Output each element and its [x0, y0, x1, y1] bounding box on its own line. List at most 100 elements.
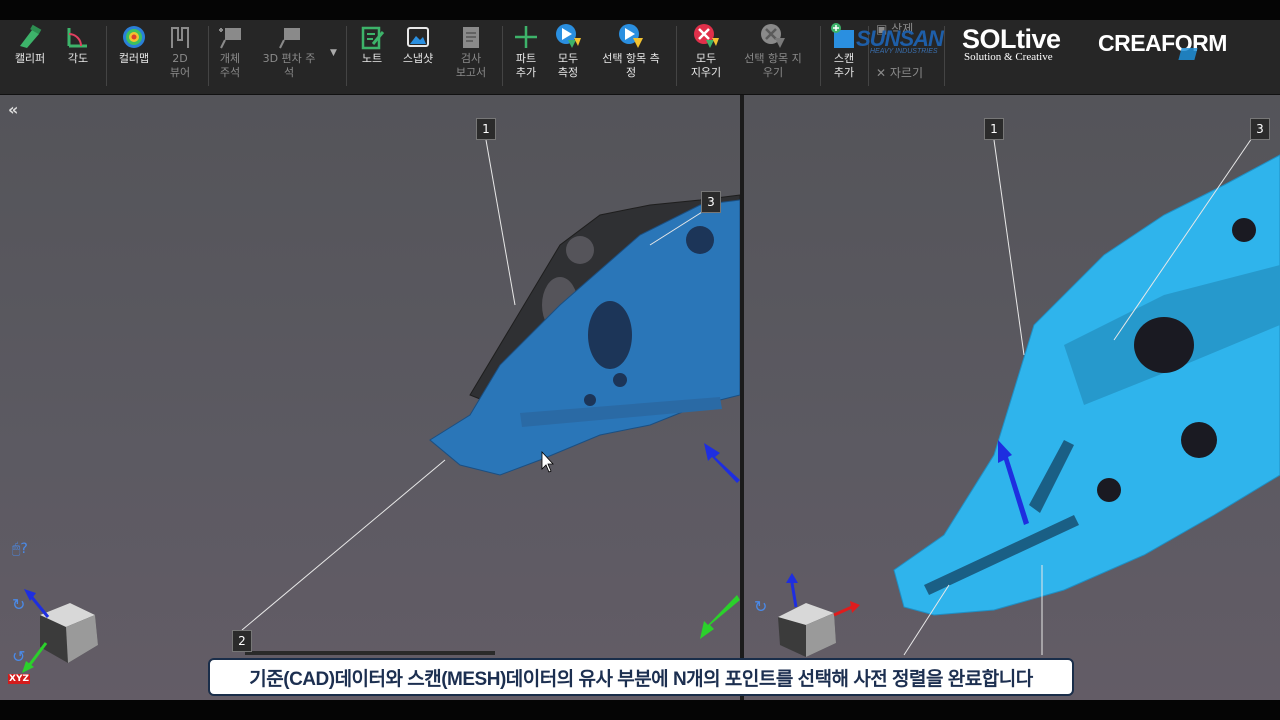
angle-icon: [67, 28, 87, 48]
caliper-icon: [20, 24, 42, 48]
clear-selected-label-1: 선택 항목 지: [744, 52, 802, 65]
top-black-bar: [0, 0, 1280, 20]
left-3d-viewport[interactable]: ↻ ↺ 🖱? 1 2 3: [0, 95, 740, 700]
creaform-logo: CREAFORM: [1098, 30, 1227, 56]
axis-arrow-green: [700, 595, 740, 639]
deviation-3d-annotation-button[interactable]: 3D 편차 주 석: [256, 20, 322, 94]
dropdown-arrow-icon[interactable]: ▼: [330, 48, 337, 58]
viewer-2d-icon: [171, 27, 189, 48]
toolbar-separator: [208, 26, 209, 86]
inspection-report-button[interactable]: 검사 보고서: [448, 20, 494, 94]
colormap-button[interactable]: 컬러맵: [112, 20, 156, 94]
object-annotation-icon: [219, 28, 241, 49]
leader-line-2: [241, 459, 446, 631]
add-part-label-1: 파트: [515, 52, 537, 65]
clear-all-label-1: 모두: [695, 52, 717, 65]
scan-hole: [613, 373, 627, 387]
rotate-ccw-icon[interactable]: ↻: [754, 597, 767, 616]
add-scan-label-1: 스캔: [833, 52, 855, 65]
axis-gizmo-green: [26, 642, 48, 668]
ribbon-toolbar: 캘리퍼 각도 컬러맵 2D 뷰어 개체 주석 3D 편차 주 석 ▼ 노트 스냅…: [0, 20, 1280, 95]
left-model-render: ↻ ↺ 🖱?: [12, 139, 740, 673]
toolbar-separator: [820, 26, 821, 86]
mouse-help-icon[interactable]: 🖱?: [12, 541, 28, 557]
colormap-label: 컬러맵: [118, 52, 150, 65]
clear-all-icon: [694, 24, 719, 48]
aligned-large-hole: [1134, 317, 1194, 373]
angle-button[interactable]: 각도: [58, 20, 98, 94]
cad-hole: [566, 236, 594, 264]
scan-hole: [686, 226, 714, 254]
leader-line-1: [485, 139, 516, 306]
clear-all-label-2: 지우기: [690, 66, 722, 79]
scan-hole: [584, 394, 596, 406]
caliper-label: 캘리퍼: [14, 52, 46, 65]
clear-selected-button[interactable]: 선택 항목 지 우기: [736, 20, 810, 94]
add-scan-label-2: 추가: [833, 66, 855, 79]
point-marker-1[interactable]: 1: [984, 118, 1004, 140]
point-marker-3[interactable]: 3: [1250, 118, 1270, 140]
viewer-2d-button[interactable]: 2D 뷰어: [160, 20, 200, 94]
deviation-3d-label-2: 석: [283, 66, 295, 79]
point-marker-2[interactable]: 2: [232, 630, 252, 652]
rotate-cw-icon[interactable]: ↺: [12, 647, 25, 666]
point-marker-3[interactable]: 3: [701, 191, 721, 213]
snapshot-button[interactable]: 스냅샷: [396, 20, 440, 94]
leader-line-1: [993, 139, 1025, 356]
measure-all-button[interactable]: 모두 측정: [548, 20, 588, 94]
note-label: 노트: [361, 52, 383, 65]
soltive-logo-subtext: Solution & Creative: [964, 51, 1053, 63]
report-label-2: 보고서: [455, 66, 487, 79]
toolbar-separator: [346, 26, 347, 86]
clear-all-button[interactable]: 모두 지우기: [684, 20, 728, 94]
object-annotation-button[interactable]: 개체 주석: [212, 20, 248, 94]
aligned-hole: [1232, 218, 1256, 242]
point-marker-1[interactable]: 1: [476, 118, 496, 140]
right-3d-viewport[interactable]: ↻ 1 3: [744, 95, 1280, 700]
toolbar-separator: [106, 26, 107, 86]
axis-gizmo-red-head: [850, 601, 860, 613]
navigation-cube[interactable]: [40, 603, 98, 663]
deviation-3d-annotation-icon: [279, 28, 300, 49]
axis-gizmo-blue: [28, 594, 50, 618]
object-annotation-label-2: 주석: [219, 66, 241, 79]
sunsan-logo: SUNSAN HEAVY INDUSTRIES: [856, 26, 948, 66]
cut-label: 자르기: [889, 66, 924, 80]
scissors-icon: ✕: [876, 66, 887, 80]
deviation-3d-label-1: 3D 편차 주: [262, 52, 316, 65]
object-annotation-label-1: 개체: [219, 52, 241, 65]
bottom-black-bar: [0, 700, 1280, 720]
toolbar-separator: [502, 26, 503, 86]
axis-gizmo-blue: [790, 582, 798, 608]
collapse-panel-icon[interactable]: «: [8, 100, 18, 119]
colormap-icon: [123, 26, 145, 48]
add-part-button[interactable]: 파트 추가: [508, 20, 544, 94]
note-button[interactable]: 노트: [352, 20, 392, 94]
add-part-label-2: 추가: [515, 66, 537, 79]
measure-all-label-1: 모두: [557, 52, 579, 65]
measure-selected-button[interactable]: 선택 항목 측 정: [594, 20, 668, 94]
scan-hole: [588, 301, 632, 369]
toolbar-separator: [676, 26, 677, 86]
measure-selected-label-1: 선택 항목 측: [602, 52, 660, 65]
measure-all-label-2: 측정: [557, 66, 579, 79]
clear-selected-icon: [761, 24, 785, 48]
report-label-1: 검사: [460, 52, 482, 65]
creaform-logo-mark: [1178, 48, 1198, 60]
snapshot-icon: [407, 27, 429, 47]
navigation-cube[interactable]: [778, 603, 836, 657]
viewer-2d-label-2: 뷰어: [169, 66, 191, 79]
measure-selected-label-2: 정: [625, 66, 637, 79]
xyz-axis-label: XYZ: [8, 674, 30, 684]
report-icon: [463, 27, 479, 48]
clear-selected-label-2: 우기: [762, 66, 784, 79]
snapshot-label: 스냅샷: [402, 52, 434, 65]
add-part-icon: [515, 26, 537, 48]
subtitle-caption: 기준(CAD)데이터와 스캔(MESH)데이터의 유사 부분에 N개의 포인트를…: [208, 658, 1074, 696]
caliper-button[interactable]: 캘리퍼: [10, 20, 50, 94]
aligned-hole: [1097, 478, 1121, 502]
add-scan-icon: [831, 23, 854, 48]
axis-gizmo-red: [833, 605, 853, 617]
rotate-ccw-icon[interactable]: ↻: [12, 595, 25, 614]
cut-button[interactable]: ✕ 자르기: [876, 64, 923, 81]
